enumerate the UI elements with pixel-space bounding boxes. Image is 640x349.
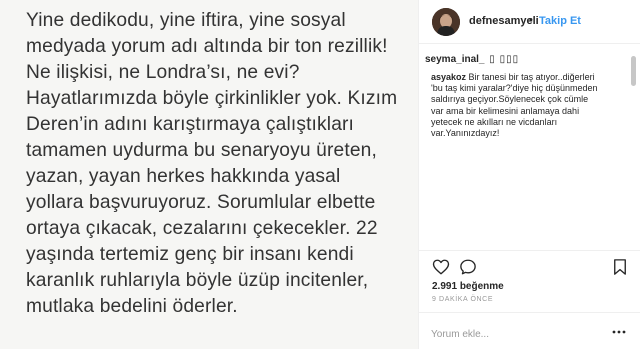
comment-username[interactable]: seyma_inal_ (425, 54, 485, 65)
post-image[interactable]: Yine dedikodu, yine iftira, yine sosyal … (0, 0, 418, 349)
more-icon[interactable] (611, 328, 627, 336)
instagram-post: Yine dedikodu, yine iftira, yine sosyal … (0, 0, 640, 349)
comment-username[interactable]: asyakoz (431, 72, 466, 82)
image-text-line: ortaya çıkacak, cezalarını çekecekler. 2… (26, 218, 378, 239)
image-text-line: Ne ilişkisi, ne Londra’sı, ne evi? (26, 62, 300, 83)
image-text-line: Yine dedikodu, yine iftira, yine sosyal (26, 10, 346, 31)
comments-scrollbar[interactable] (631, 56, 636, 86)
follow-button[interactable]: Takip Et (539, 15, 581, 27)
avatar[interactable] (432, 8, 460, 36)
comment-text: saldırıya geçiyor.Söylenecek çok cümle (431, 94, 589, 105)
image-text-line: medyada yorum adı altında bir ton rezill… (26, 36, 388, 57)
comment-item: asyakoz Bir tanesi bir taş atıyor..diğer… (425, 72, 623, 139)
comment-item: seyma_inal_ ▯ ▯▯▯ (425, 54, 623, 66)
likes-number: 2.991 (432, 281, 458, 292)
image-text-line: mutlaka bedelini öderler. (26, 296, 238, 317)
comment-line: asyakoz Bir tanesi bir taş atıyor..diğer… (431, 72, 623, 83)
image-text-line: karanlık ruhlarıyla böyle üzüp incitenle… (26, 270, 369, 291)
likes-count[interactable]: 2.991 beğenme (432, 281, 504, 292)
comment-text: 'bu taş kimi yaralar?'diye hiç düşünmede… (431, 83, 598, 94)
heart-icon[interactable] (432, 258, 450, 276)
image-text-line: Hayatlarımızda böyle çirkinlikler yok. K… (26, 88, 398, 109)
bookmark-icon[interactable] (611, 258, 629, 276)
image-text-line: yollara başvuruyoruz. Sorumlular elbette (26, 192, 376, 213)
likes-label: beğenme (459, 281, 504, 292)
post-image-text: Yine dedikodu, yine iftira, yine sosyal … (26, 8, 416, 320)
post-header: defnesamyeli • Takip Et (419, 0, 640, 44)
comment-text: var ama bir kelimesini anlamaya dahi (431, 105, 580, 116)
comment-text: var.Yanınızdayız! (431, 128, 500, 139)
post-sidebar: defnesamyeli • Takip Et seyma_inal_ ▯ ▯▯… (418, 0, 640, 349)
image-text-line: tamamen uydurma bu senaryoyu üreten, (26, 140, 377, 161)
comments-list: seyma_inal_ ▯ ▯▯▯ asyakoz Bir tanesi bir… (425, 54, 623, 139)
comment-input[interactable] (431, 327, 601, 341)
image-text-line: yaşında tertemiz genç bir insanı kendi (26, 244, 354, 265)
comment-text: ▯ ▯▯▯ (489, 54, 520, 65)
comment-text: Bir tanesi bir taş atıyor..diğerleri (468, 72, 595, 82)
comment-icon[interactable] (459, 258, 477, 276)
post-actions (419, 250, 640, 280)
post-timestamp[interactable]: 9 DAKİKA ÖNCE (432, 296, 493, 303)
image-text-line: yazan, yayan herkes hakkında yasal (26, 166, 341, 187)
header-separator: • (529, 14, 533, 26)
comment-text: yetecek ne akılları ne vicdanları (431, 116, 558, 127)
image-text-line: Deren’in adını karıştırmaya çalıştıkları (26, 114, 355, 135)
add-comment-section (419, 312, 640, 349)
